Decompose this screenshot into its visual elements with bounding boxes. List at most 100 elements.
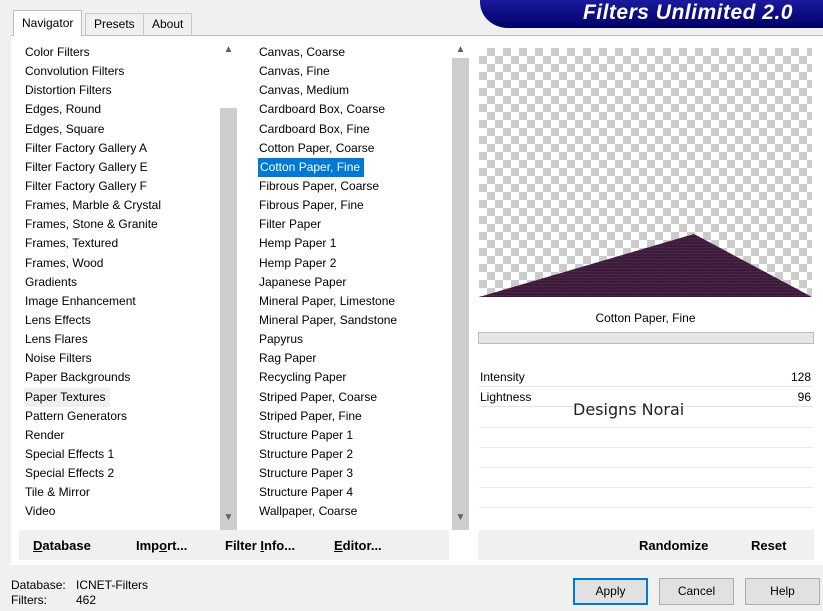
- category-item[interactable]: Color Filters: [24, 43, 216, 62]
- filter-item[interactable]: Canvas, Medium: [258, 81, 448, 100]
- filters-label: Filters:: [11, 593, 47, 607]
- filter-item[interactable]: Wallpaper, Coarse: [258, 502, 448, 521]
- category-item[interactable]: Lens Flares: [24, 330, 216, 349]
- category-item[interactable]: Edges, Square: [24, 120, 216, 139]
- filter-item[interactable]: Structure Paper 4: [258, 483, 448, 502]
- btn-post: nfo...: [264, 538, 296, 553]
- category-item[interactable]: Frames, Textured: [24, 234, 216, 253]
- category-item[interactable]: Frames, Stone & Granite: [24, 215, 216, 234]
- filters-value: 462: [76, 593, 97, 607]
- filter-item[interactable]: Hemp Paper 2: [258, 254, 448, 273]
- btn-accel: D: [33, 538, 43, 553]
- category-item[interactable]: Filter Factory Gallery E: [24, 158, 216, 177]
- category-item[interactable]: Filter Factory Gallery A: [24, 139, 216, 158]
- filter-item[interactable]: Structure Paper 1: [258, 426, 448, 445]
- filter-item[interactable]: Structure Paper 3: [258, 464, 448, 483]
- category-scrollbar[interactable]: ▲ ▼: [220, 42, 237, 548]
- randomize-button[interactable]: Randomize: [639, 538, 708, 553]
- filter-item[interactable]: Japanese Paper: [258, 273, 448, 292]
- param-divider: [479, 427, 813, 428]
- filter-item[interactable]: Cotton Paper, Coarse: [258, 139, 448, 158]
- category-item[interactable]: Noise Filters: [24, 349, 216, 368]
- category-list[interactable]: Color Filters Convolution Filters Distorti…: [24, 43, 216, 522]
- category-item[interactable]: Edges, Round: [24, 100, 216, 119]
- filter-item[interactable]: Rag Paper: [258, 349, 448, 368]
- filter-item[interactable]: Mineral Paper, Sandstone: [258, 311, 448, 330]
- param-label: Intensity: [480, 370, 525, 384]
- tab-navigator[interactable]: Navigator: [13, 10, 83, 36]
- filter-item[interactable]: Mineral Paper, Limestone: [258, 292, 448, 311]
- tab-about[interactable]: About: [143, 13, 193, 35]
- filter-item[interactable]: Canvas, Coarse: [258, 43, 448, 62]
- category-item[interactable]: Pattern Generators: [24, 407, 216, 426]
- import-button[interactable]: Import...: [136, 538, 187, 553]
- apply-button[interactable]: Apply: [573, 578, 648, 605]
- param-label: Lightness: [480, 390, 532, 404]
- btn-post: ditor...: [342, 538, 382, 553]
- filter-list[interactable]: Canvas, Coarse Canvas, Fine Canvas, Medium…: [258, 43, 448, 522]
- filter-list-viewport: Canvas, Coarse Canvas, Fine Canvas, Medium…: [256, 43, 448, 529]
- filter-scroll-thumb[interactable]: [452, 58, 469, 530]
- preview-image: [479, 48, 812, 297]
- filter-item[interactable]: Cotton Paper, Fine: [258, 157, 365, 177]
- filter-info-button[interactable]: Filter Info...: [225, 538, 295, 553]
- category-item[interactable]: Filter Factory Gallery F: [24, 177, 216, 196]
- param-intensity[interactable]: Intensity 128: [479, 367, 813, 387]
- title-banner: Filters Unlimited 2.0: [480, 0, 823, 28]
- scroll-up-arrow-icon[interactable]: ▲: [452, 42, 469, 58]
- selected-filter-name: Cotton Paper, Fine: [595, 311, 696, 325]
- filter-item[interactable]: Filter Paper: [258, 215, 448, 234]
- database-button[interactable]: Database: [33, 538, 91, 553]
- filter-item[interactable]: Fibrous Paper, Fine: [258, 196, 448, 215]
- scroll-down-arrow-icon[interactable]: ▼: [220, 510, 237, 526]
- editor-button[interactable]: Editor...: [334, 538, 382, 553]
- filter-item[interactable]: Papyrus: [258, 330, 448, 349]
- reset-button[interactable]: Reset: [751, 538, 786, 553]
- category-item[interactable]: Render: [24, 426, 216, 445]
- param-divider: [479, 467, 813, 468]
- category-item[interactable]: Tile & Mirror: [24, 483, 216, 502]
- category-item[interactable]: Convolution Filters: [24, 62, 216, 81]
- progress-bar: [478, 332, 814, 344]
- filter-item[interactable]: Cardboard Box, Fine: [258, 120, 448, 139]
- tab-presets[interactable]: Presets: [85, 13, 144, 35]
- filter-item[interactable]: Canvas, Fine: [258, 62, 448, 81]
- category-item[interactable]: Image Enhancement: [24, 292, 216, 311]
- category-item[interactable]: Frames, Wood: [24, 254, 216, 273]
- param-divider: [479, 507, 813, 508]
- category-item[interactable]: Frames, Marble & Crystal: [24, 196, 216, 215]
- category-item[interactable]: Distortion Filters: [24, 81, 216, 100]
- btn-accel: E: [334, 538, 343, 553]
- btn-post: rt...: [167, 538, 188, 553]
- help-button[interactable]: Help: [745, 578, 820, 605]
- category-item[interactable]: Video: [24, 502, 216, 521]
- btn-post: atabase: [42, 538, 91, 553]
- database-label: Database:: [11, 578, 66, 592]
- filter-item[interactable]: Structure Paper 2: [258, 445, 448, 464]
- category-item[interactable]: Special Effects 2: [24, 464, 216, 483]
- filter-scrollbar[interactable]: ▲ ▼: [452, 42, 469, 530]
- param-divider: [479, 487, 813, 488]
- filter-item[interactable]: Striped Paper, Coarse: [258, 388, 448, 407]
- btn-accel: o: [159, 538, 168, 553]
- filter-item[interactable]: Cardboard Box, Coarse: [258, 100, 448, 119]
- category-item[interactable]: Special Effects 1: [24, 445, 216, 464]
- btn-pre: Filter: [225, 538, 261, 553]
- cancel-button[interactable]: Cancel: [659, 578, 734, 605]
- database-value: ICNET-Filters: [76, 578, 148, 592]
- category-item[interactable]: Gradients: [24, 273, 216, 292]
- category-item[interactable]: Lens Effects: [24, 311, 216, 330]
- status-filters: Filters: 462: [11, 593, 96, 607]
- param-divider: [479, 447, 813, 448]
- category-scroll-thumb[interactable]: [220, 108, 237, 548]
- category-item[interactable]: Paper Textures: [24, 387, 110, 407]
- filter-item[interactable]: Recycling Paper: [258, 368, 448, 387]
- status-database: Database: ICNET-Filters: [11, 578, 148, 592]
- filter-item[interactable]: Striped Paper, Fine: [258, 407, 448, 426]
- category-item[interactable]: Paper Backgrounds: [24, 368, 216, 387]
- scroll-up-arrow-icon[interactable]: ▲: [220, 42, 237, 58]
- filter-item[interactable]: Hemp Paper 1: [258, 234, 448, 253]
- filter-item[interactable]: Fibrous Paper, Coarse: [258, 177, 448, 196]
- scroll-down-arrow-icon[interactable]: ▼: [452, 510, 469, 526]
- param-value: 128: [790, 370, 811, 384]
